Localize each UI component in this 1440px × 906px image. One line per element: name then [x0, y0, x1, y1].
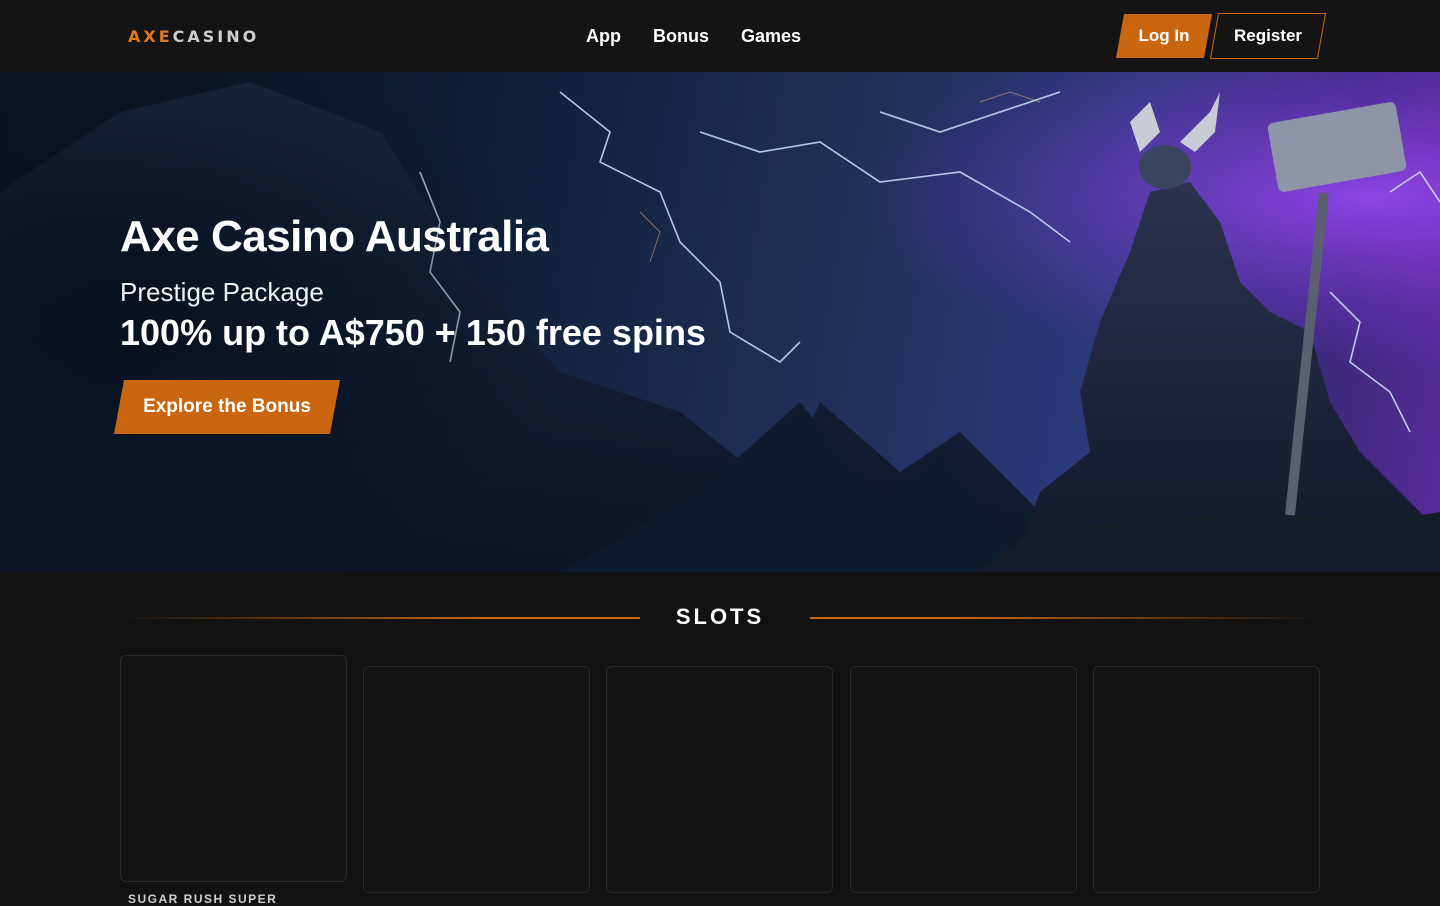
logo-axe-text: AXE	[128, 26, 173, 46]
axe-casino-logo[interactable]: AXE CASINO	[128, 26, 259, 46]
slots-section-header: SLOTS	[120, 600, 1320, 636]
logo-casino-text: CASINO	[172, 26, 260, 46]
register-button-label: Register	[1233, 26, 1303, 45]
slots-title: SLOTS	[675, 604, 765, 629]
hero-bonus-offer: 100% up to A$750 + 150 free spins	[120, 312, 706, 353]
site-header: AXE CASINO App Bonus Games Log In Registe…	[0, 0, 1440, 72]
nav-bonus[interactable]: Bonus	[653, 22, 709, 50]
slot-card-title[interactable]: SUGAR RUSH SUPER	[128, 892, 277, 906]
login-button[interactable]: Log In	[1116, 14, 1212, 58]
slot-card[interactable]	[363, 666, 590, 893]
hero-title: Axe Casino Australia	[120, 212, 549, 261]
register-button[interactable]: Register	[1210, 13, 1326, 59]
hero-subtitle: Prestige Package	[120, 277, 324, 307]
nav-app[interactable]: App	[586, 22, 621, 50]
slot-card[interactable]	[850, 666, 1077, 893]
main-nav: App Bonus Games	[586, 22, 801, 50]
slot-card[interactable]	[120, 655, 347, 882]
slot-card[interactable]	[606, 666, 833, 893]
hero-banner: Axe Casino Australia Prestige Package 10…	[0, 72, 1440, 572]
explore-bonus-button[interactable]: Explore the Bonus	[114, 380, 340, 434]
nav-games[interactable]: Games	[741, 22, 801, 50]
slot-card[interactable]	[1093, 666, 1320, 893]
